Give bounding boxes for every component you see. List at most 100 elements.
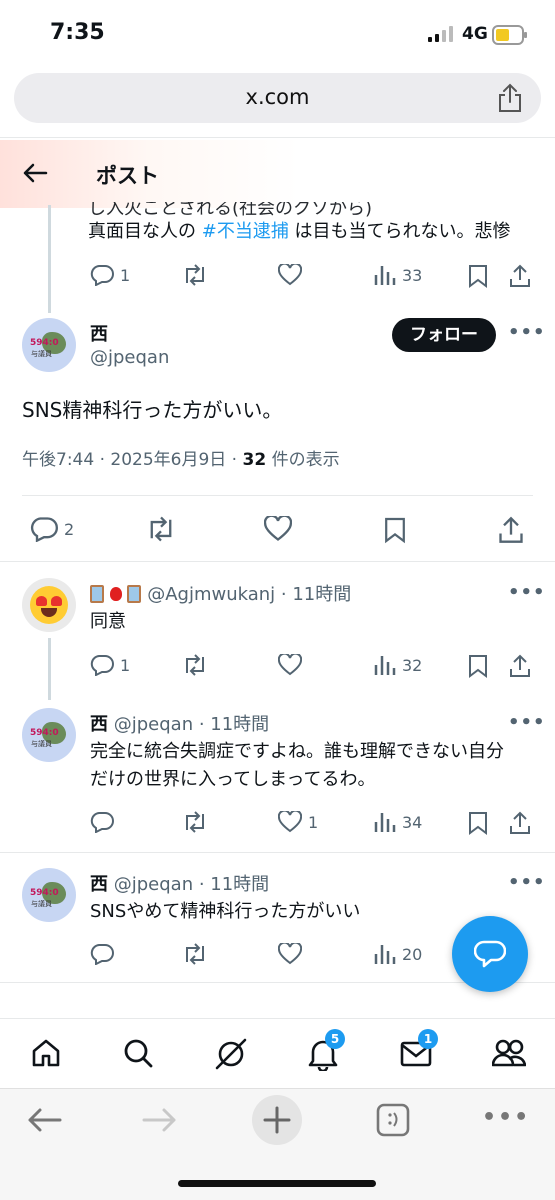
bookmark-button[interactable] — [468, 811, 488, 835]
bookmark-icon — [469, 655, 487, 678]
avatar-label: 594:0 — [30, 728, 59, 738]
share-icon — [510, 264, 530, 287]
more-options-icon[interactable]: ••• — [508, 322, 546, 343]
notifications-badge: 5 — [325, 1029, 345, 1049]
views-count: 34 — [402, 812, 423, 832]
network-type: 4G — [462, 24, 488, 44]
repost-button[interactable] — [182, 943, 208, 965]
reply-header: 西 @jpeqan · 11時間 — [90, 710, 269, 736]
previous-post-text: 真面目な人の #不当逮捕 は目も当てられない。悲惨 — [88, 218, 511, 246]
avatar[interactable]: 594:0 与議員 — [22, 708, 76, 762]
reply-icon — [30, 517, 58, 542]
plus-icon — [263, 1106, 291, 1134]
search-icon[interactable] — [122, 1037, 154, 1069]
hashtag-link[interactable]: #不当逮捕 — [202, 221, 289, 242]
author-handle[interactable]: @jpeqan — [90, 347, 169, 368]
like-icon — [278, 943, 302, 965]
views-icon — [374, 266, 396, 285]
reply-button[interactable]: 2 — [30, 516, 74, 542]
new-tab-button[interactable] — [252, 1095, 302, 1145]
reply-handle[interactable]: @jpeqan · 11時間 — [114, 874, 269, 895]
compose-message-button[interactable] — [452, 916, 528, 992]
bookmark-icon — [469, 812, 487, 835]
reply-text-line: 完全に統合失調症ですよね。誰も理解できない自分 — [90, 741, 504, 762]
bookmark-button[interactable] — [468, 654, 488, 678]
avatar-sublabel: 与議員 — [31, 900, 52, 908]
reply-author-name[interactable]: 西 — [90, 714, 108, 735]
address-bar[interactable]: x.com — [14, 73, 541, 123]
bookmark-button[interactable] — [468, 264, 488, 288]
repost-icon — [186, 654, 204, 676]
views-button[interactable]: 33 — [374, 264, 422, 286]
follow-button[interactable]: フォロー — [392, 318, 496, 352]
notifications-tab[interactable]: 5 — [307, 1029, 345, 1075]
reply-icon — [90, 944, 114, 965]
browser-back-icon[interactable] — [26, 1105, 62, 1135]
share-icon[interactable] — [497, 83, 523, 113]
share-icon — [510, 654, 530, 677]
like-button[interactable]: 1 — [278, 811, 318, 833]
post-meta: 午後7:44 · 2025年6月9日 · 32 件の表示 — [22, 446, 340, 474]
back-arrow-icon[interactable] — [22, 160, 48, 186]
grok-icon[interactable] — [214, 1037, 248, 1071]
avatar[interactable] — [22, 578, 76, 632]
share-button[interactable] — [509, 264, 531, 288]
share-button[interactable] — [498, 516, 524, 544]
like-button[interactable] — [264, 516, 292, 542]
reply-handle[interactable]: @Agjmwukanj · 11時間 — [147, 584, 351, 605]
repost-button[interactable] — [182, 264, 208, 286]
views-icon — [374, 813, 396, 832]
share-button[interactable] — [509, 654, 531, 678]
repost-button[interactable] — [182, 654, 208, 676]
reply-handle[interactable]: @jpeqan · 11時間 — [114, 714, 269, 735]
reply-button[interactable]: 1 — [90, 264, 130, 286]
more-options-icon[interactable]: ••• — [508, 582, 546, 603]
avatar-label: 594:0 — [30, 888, 59, 898]
repost-button[interactable] — [146, 516, 176, 542]
divider — [22, 495, 533, 496]
heart-eyes-emoji-icon — [30, 586, 68, 624]
bookmark-button[interactable] — [384, 516, 406, 544]
people-icon[interactable] — [492, 1037, 526, 1069]
views-button[interactable]: 34 — [374, 811, 422, 833]
messages-badge: 1 — [418, 1029, 438, 1049]
author-name[interactable]: 西 — [90, 320, 108, 346]
views-count: 20 — [402, 944, 423, 964]
views-button[interactable]: 20 — [374, 943, 422, 965]
reply-author-name[interactable]: 西 — [90, 874, 108, 895]
reply-button[interactable] — [90, 811, 114, 833]
browser-more-icon[interactable]: ••• — [482, 1105, 530, 1130]
like-button[interactable] — [278, 943, 302, 965]
like-button[interactable] — [278, 654, 302, 676]
post-timestamp[interactable]: 午後7:44 · 2025年6月9日 · — [22, 450, 243, 470]
avatar[interactable]: 594:0 与議員 — [22, 318, 76, 372]
display-name-emojis — [90, 584, 142, 605]
views-count: 33 — [402, 265, 423, 285]
more-options-icon[interactable]: ••• — [508, 872, 546, 893]
avatar[interactable]: 594:0 与議員 — [22, 868, 76, 922]
views-button[interactable]: 32 — [374, 654, 422, 676]
home-icon[interactable] — [30, 1037, 62, 1069]
reply-text: SNSやめて精神科行った方がいい — [90, 901, 361, 922]
share-icon — [499, 516, 523, 543]
like-icon — [278, 264, 302, 286]
reply-button[interactable]: 1 — [90, 654, 130, 676]
status-bar: 7:35 4G — [0, 0, 555, 70]
share-button[interactable] — [509, 811, 531, 835]
views-icon — [374, 656, 396, 675]
signal-icon — [428, 26, 453, 42]
reply-count: 1 — [120, 655, 131, 675]
reply-text-line: だけの世界に入ってしまってるわ。 — [90, 769, 376, 790]
tabs-icon[interactable] — [376, 1103, 410, 1137]
like-button[interactable] — [278, 264, 302, 286]
browser-forward-icon[interactable] — [142, 1105, 178, 1135]
more-options-icon[interactable]: ••• — [508, 712, 546, 733]
views-label: 件の表示 — [266, 450, 340, 470]
avatar-sublabel: 与議員 — [31, 350, 52, 358]
reply-button[interactable] — [90, 943, 114, 965]
messages-tab[interactable]: 1 — [400, 1029, 438, 1073]
text-prefix: 真面目な人の — [88, 221, 202, 242]
like-count: 1 — [308, 812, 319, 832]
mirror-emoji-icon — [127, 585, 142, 603]
repost-button[interactable] — [182, 811, 208, 833]
